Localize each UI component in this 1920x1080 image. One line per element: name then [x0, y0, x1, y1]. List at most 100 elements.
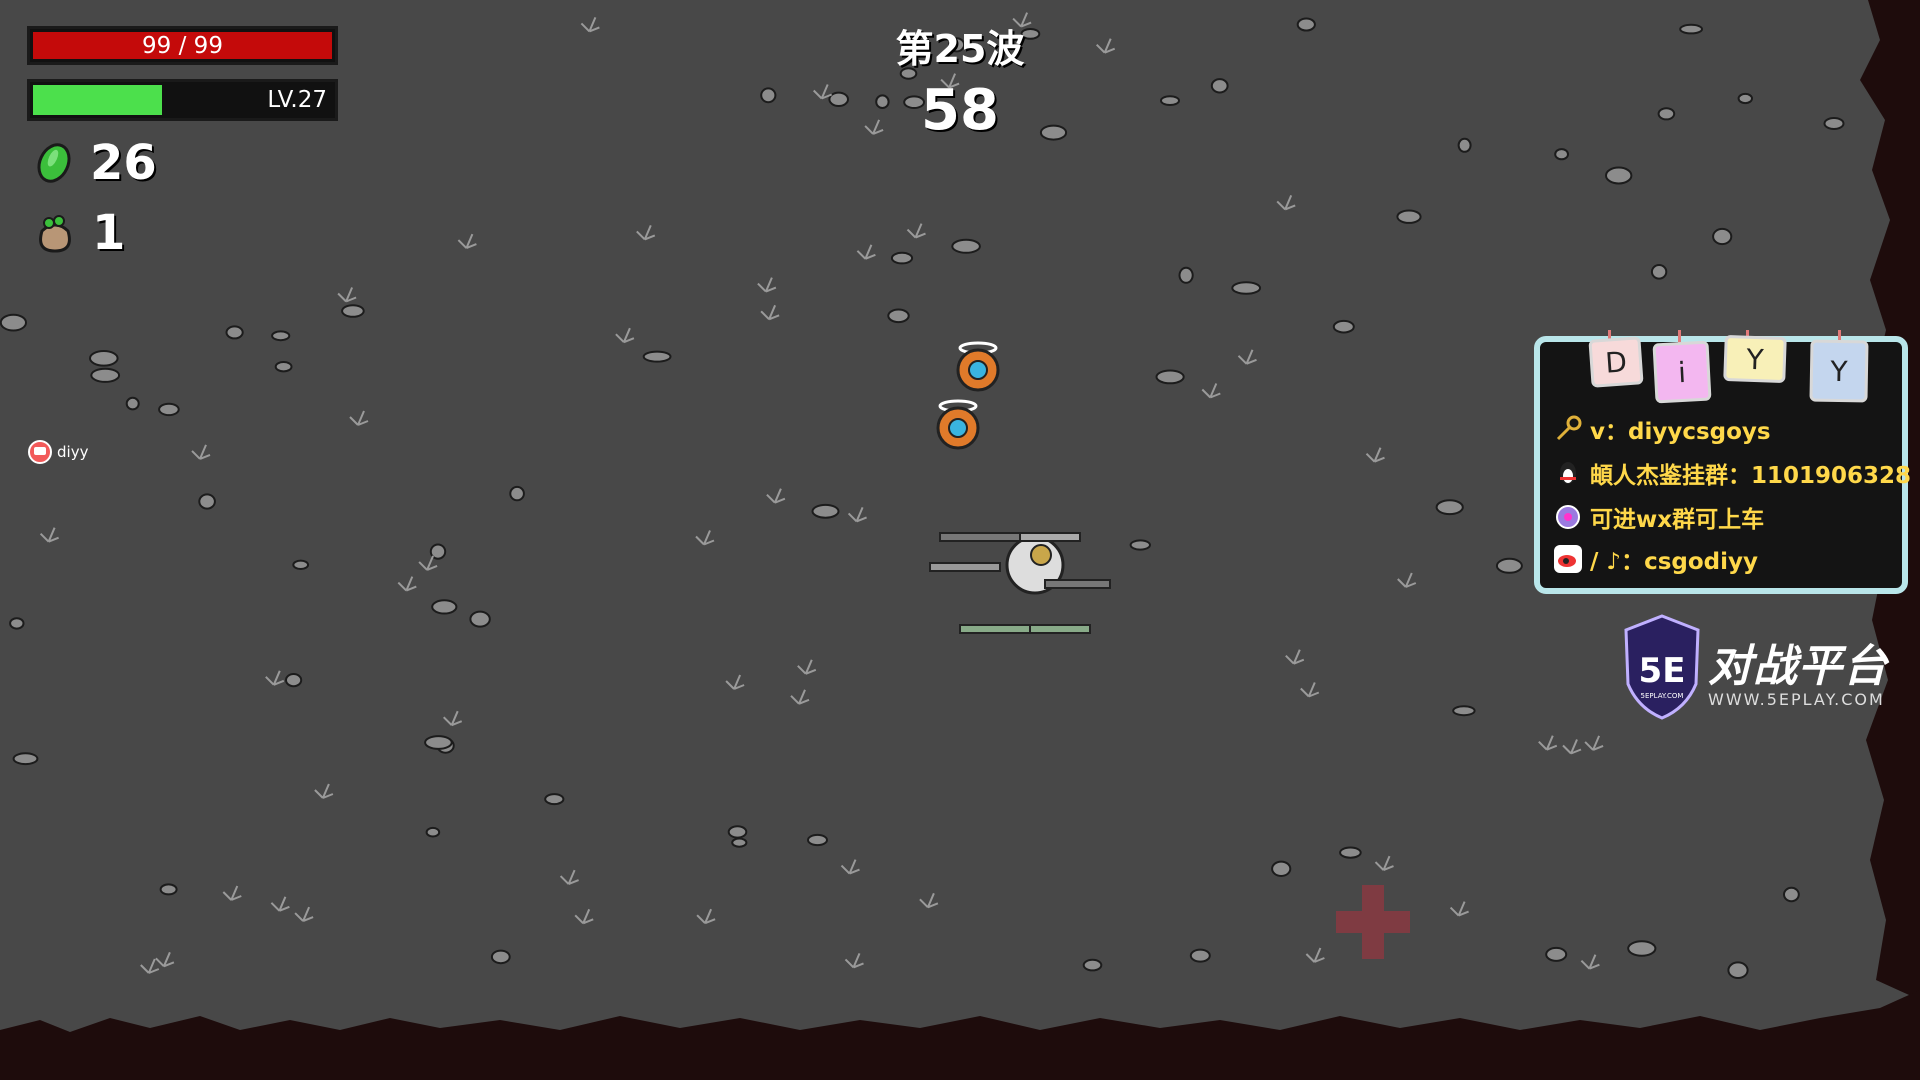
materials-count: 26 — [90, 135, 157, 191]
ground-rock — [198, 493, 216, 510]
bag-count: 1 — [92, 205, 126, 261]
ground-rock — [727, 825, 748, 839]
ground-rock — [1545, 946, 1568, 962]
ground-rock — [509, 485, 525, 502]
ground-rock — [544, 793, 565, 806]
experience-bar: LV.27 — [27, 79, 338, 121]
loot-bag-icon — [39, 215, 71, 253]
info-line-group: 可进wx群可上车 — [1554, 500, 1764, 534]
material-icon — [37, 143, 71, 183]
ground-rock — [490, 949, 511, 965]
experience-bar-fill — [33, 85, 162, 115]
logo-badge-text: 5E — [1639, 651, 1686, 691]
ground-rock — [1823, 117, 1845, 130]
key-icon — [1554, 415, 1582, 443]
ground-rock — [292, 559, 310, 570]
ground-rock — [951, 238, 981, 254]
wave-title: 第25波 — [895, 27, 1025, 71]
logo-badge-sub: 5EPLAY.COM — [1641, 692, 1684, 700]
weibo-icon — [1554, 545, 1582, 573]
ground-rock — [469, 610, 491, 628]
ground-rock — [1189, 948, 1211, 963]
ground-rock — [1737, 92, 1754, 105]
player-tag-name: diyy — [57, 443, 89, 461]
level-text: LV.27 — [267, 87, 327, 113]
ground-rock — [1210, 78, 1229, 94]
wave-timer: 58 — [921, 78, 999, 143]
ground-rock — [425, 826, 441, 838]
chat-bubble-icon — [28, 440, 52, 464]
ground-rock — [1657, 107, 1676, 121]
ground-rock — [90, 367, 121, 383]
info-line-social: / ♪：csgodiyy — [1554, 542, 1758, 576]
ground-rock — [887, 308, 910, 324]
ground-rock — [1339, 846, 1362, 859]
letter-card: Y — [1809, 339, 1869, 403]
bag-counter: 1 — [32, 205, 125, 261]
ground-rock — [807, 833, 828, 847]
ground-rock — [1332, 319, 1355, 334]
drone-turret-icon — [956, 341, 1000, 392]
ground-rock — [159, 883, 178, 896]
ground-rock — [274, 361, 293, 373]
ground-rock — [1679, 23, 1703, 35]
ground-rock — [1457, 137, 1472, 153]
ground-rock — [225, 325, 244, 340]
emblem-icon — [1554, 503, 1582, 531]
ground-rock — [89, 350, 119, 367]
ground-rock — [1783, 886, 1800, 903]
logo-title: 对战平台 — [1708, 641, 1888, 692]
stream-info-panel: D i Y Y v：diyycsgoys 頔人杰鉴挂群：1101906328 可… — [1534, 330, 1911, 594]
ground-rock — [125, 396, 140, 411]
info-line-wechat: v：diyycsgoys — [1554, 412, 1771, 446]
ground-rock — [1178, 266, 1194, 284]
ground-rock — [271, 330, 291, 342]
ground-rock — [1495, 557, 1523, 574]
ground-rock — [890, 251, 914, 265]
qq-penguin-icon — [1554, 459, 1582, 487]
ground-rock — [1082, 958, 1103, 972]
drone-turret-icon — [936, 399, 980, 450]
5eplay-logo: 5E 5EPLAY.COM 对战平台 WWW.5EPLAY.COM — [1620, 612, 1900, 722]
ground-rock — [1650, 264, 1668, 280]
info-text: / ♪：csgodiyy — [1590, 549, 1759, 575]
ground-rock — [1452, 705, 1476, 717]
health-bar: 99 / 99 — [27, 26, 338, 65]
ground-rock — [0, 313, 27, 332]
ground-rock — [1627, 940, 1657, 957]
ground-rock — [431, 599, 458, 615]
game-stage: 99 / 99 LV.27 26 1 第25波 58 diyy D i Y Y … — [0, 0, 1920, 1080]
materials-counter: 26 — [32, 135, 157, 191]
ground-rock — [424, 735, 453, 750]
info-line-qq: 頔人杰鉴挂群：1101906328 — [1554, 456, 1911, 490]
ground-rock — [731, 837, 748, 848]
ground-rock — [1605, 166, 1633, 185]
letter-card: i — [1652, 340, 1712, 404]
5e-shield-icon: 5E 5EPLAY.COM — [1624, 614, 1700, 720]
ground-rock — [1155, 369, 1185, 385]
ground-rock — [1231, 281, 1262, 295]
logo-url: WWW.5EPLAY.COM — [1708, 690, 1885, 709]
ground-rock — [1435, 499, 1464, 516]
ground-rock — [642, 350, 672, 363]
ground-rock — [341, 304, 365, 318]
health-text: 99 / 99 — [142, 32, 223, 59]
letter-card: D — [1588, 336, 1644, 388]
ground-rock — [1712, 227, 1733, 246]
ground-rock — [1554, 148, 1569, 161]
info-text: 頔人杰鉴挂群：1101906328 — [1590, 463, 1912, 489]
player-tag: diyy — [28, 440, 88, 464]
ground-rock — [811, 503, 840, 519]
ground-rock — [9, 617, 25, 630]
ground-rock — [158, 402, 180, 417]
ground-rock — [285, 673, 303, 688]
ground-rock — [1160, 95, 1180, 106]
info-text: 可进wx群可上车 — [1590, 507, 1765, 533]
ground-rock — [760, 87, 777, 104]
ground-rock — [1727, 961, 1749, 980]
ground-rock — [1129, 539, 1152, 551]
ground-rock — [12, 752, 39, 766]
ground-rock — [1296, 17, 1316, 32]
ground-rock — [1271, 860, 1292, 877]
info-text: v：diyycsgoys — [1590, 419, 1771, 445]
